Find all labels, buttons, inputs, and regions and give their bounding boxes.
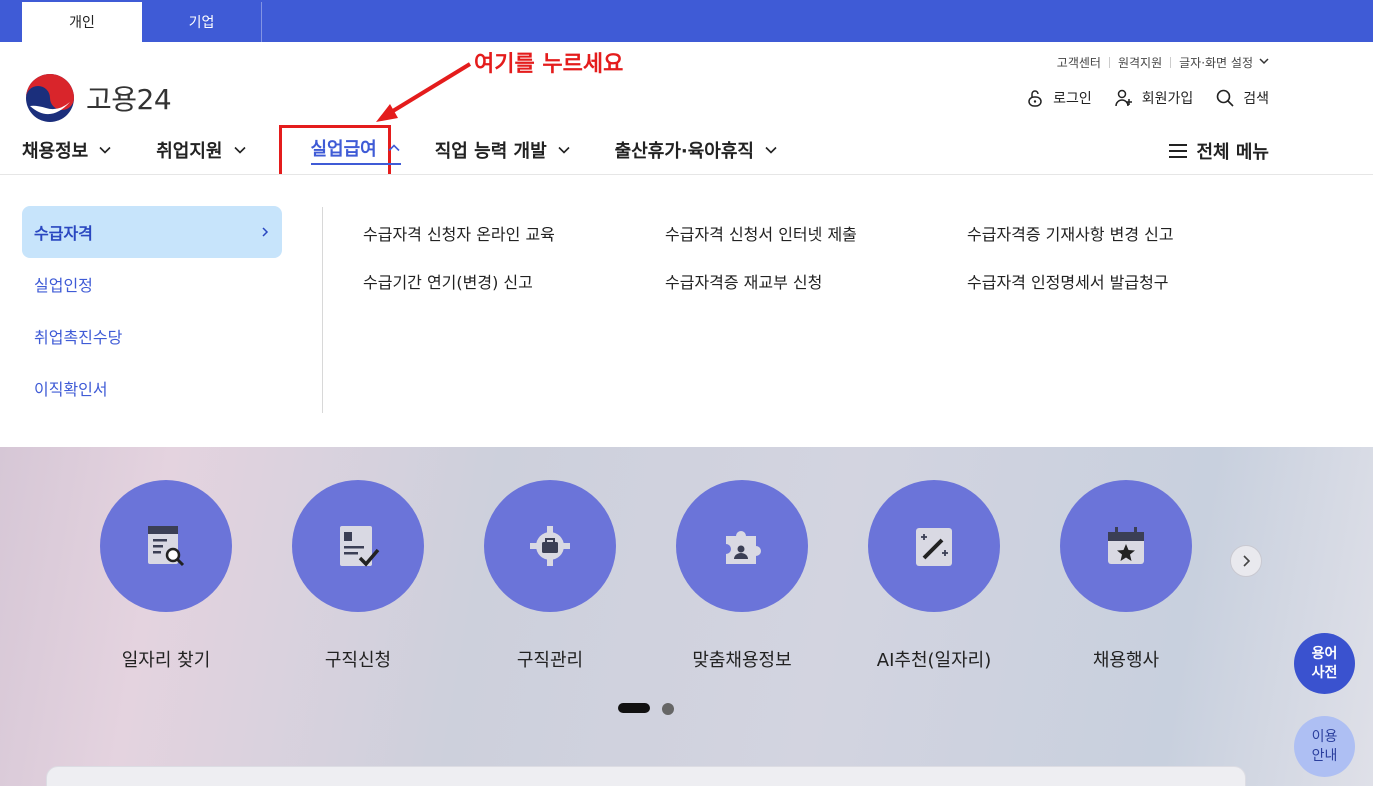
- tab-business[interactable]: 기업: [142, 2, 262, 42]
- chevron-right-icon: [1243, 555, 1251, 567]
- side-item-recognition[interactable]: 실업인정: [22, 258, 282, 310]
- chevron-right-icon: [262, 227, 269, 237]
- nav-label: 직업 능력 개발: [434, 141, 547, 162]
- nav-label: 출산휴가·육아휴직: [614, 141, 754, 162]
- usage-guide-button[interactable]: 이용 안내: [1294, 716, 1355, 777]
- add-user-icon: [1114, 89, 1132, 107]
- document-search-icon: [148, 526, 185, 567]
- quick-label: 맞춤채용정보: [692, 650, 792, 671]
- main-nav: 채용정보 취업지원 실업급여 직업 능력 개발 출산휴가·육아휴직: [22, 134, 822, 166]
- nav-job-info[interactable]: 채용정보: [22, 137, 112, 163]
- quick-job-events[interactable]: [1060, 480, 1192, 612]
- puzzle-person-icon: [726, 531, 761, 564]
- taegeuk-logo-icon: [26, 74, 74, 122]
- nav-label: 취업지원: [156, 141, 223, 162]
- sub-link-reissue[interactable]: 수급자격증 재교부 신청: [665, 269, 822, 293]
- all-menu-label: 전체 메뉴: [1196, 142, 1269, 163]
- annotation-text: 여기를 누르세요: [474, 52, 624, 77]
- sub-link-change-report[interactable]: 수급자격증 기재사항 변경 신고: [967, 221, 1174, 245]
- signup-label: 회원가입: [1141, 91, 1194, 107]
- chevron-down-icon: [1259, 57, 1269, 68]
- sub-link-online-education[interactable]: 수급자격 신청자 온라인 교육: [363, 221, 555, 245]
- side-item-separation-confirmation[interactable]: 이직확인서: [22, 362, 282, 414]
- gear-briefcase-icon: [530, 526, 570, 566]
- remote-support-link[interactable]: 원격지원: [1118, 54, 1162, 71]
- chevron-up-icon: [388, 144, 400, 152]
- signup-button[interactable]: 회원가입: [1114, 88, 1194, 108]
- sub-link-period-extension[interactable]: 수급기간 연기(변경) 신고: [363, 269, 533, 293]
- customer-center-link[interactable]: 고객센터: [1057, 54, 1101, 71]
- quick-label: 구직신청: [324, 650, 392, 671]
- quick-label: 일자리 찾기: [121, 650, 211, 671]
- all-menu-button[interactable]: 전체 메뉴: [1168, 138, 1269, 164]
- tab-personal[interactable]: 개인: [22, 2, 142, 42]
- calendar-star-icon: [1108, 527, 1144, 564]
- divider: [1170, 57, 1172, 68]
- side-menu: 수급자격 실업인정 취업촉진수당 이직확인서: [22, 206, 282, 414]
- nav-parental-leave[interactable]: 출산휴가·육아휴직: [615, 137, 778, 163]
- logo-text: 고용24: [86, 83, 172, 116]
- nav-unemployment-benefit[interactable]: 실업급여: [310, 135, 401, 165]
- panel-divider: [322, 207, 323, 413]
- chevron-down-icon: [558, 146, 570, 154]
- usage-guide-label: 이용 안내: [1311, 728, 1338, 764]
- sub-link-online-application[interactable]: 수급자격 신청서 인터넷 제출: [665, 221, 857, 245]
- magic-wand-icon: [916, 528, 952, 566]
- chevron-down-icon: [233, 146, 246, 154]
- display-settings-link[interactable]: 글자·화면 설정: [1179, 54, 1253, 71]
- lock-icon: [1028, 90, 1042, 107]
- chevron-down-icon: [99, 146, 111, 154]
- search-button[interactable]: 검색: [1215, 88, 1269, 108]
- nav-employment-support[interactable]: 취업지원: [156, 137, 246, 163]
- quick-job-application[interactable]: [292, 480, 424, 612]
- top-tab-bar: 개인 기업: [0, 0, 1373, 42]
- glossary-button[interactable]: 용어 사전: [1294, 633, 1355, 694]
- quick-ai-recommendation[interactable]: [868, 480, 1000, 612]
- quick-custom-job-info[interactable]: [676, 480, 808, 612]
- side-item-reemployment-allowance[interactable]: 취업촉진수당: [22, 310, 282, 362]
- quick-label: AI추천(일자리): [876, 650, 992, 671]
- side-item-label: 이직확인서: [34, 380, 108, 399]
- content-card: [46, 766, 1246, 786]
- quick-job-management[interactable]: [484, 480, 616, 612]
- document-check-icon: [340, 526, 380, 567]
- login-label: 로그인: [1053, 91, 1092, 107]
- search-label: 검색: [1243, 91, 1269, 107]
- utility-links: 고객센터 원격지원 글자·화면 설정: [1057, 54, 1269, 71]
- carousel-next-button[interactable]: [1230, 545, 1262, 577]
- red-arrow-icon: [376, 62, 472, 122]
- side-item-label: 취업촉진수당: [34, 328, 123, 347]
- sub-link-certificate-request[interactable]: 수급자격 인정명세서 발급청구: [967, 269, 1169, 293]
- carousel-dot[interactable]: [662, 703, 674, 715]
- side-item-label: 수급자격: [34, 224, 93, 243]
- login-button[interactable]: 로그인: [1025, 88, 1092, 108]
- mega-menu-panel: 수급자격 실업인정 취업촉진수당 이직확인서 수급자격 신청자 온라인 교육 수…: [0, 175, 1373, 447]
- site-logo[interactable]: 고용24: [24, 72, 172, 124]
- hamburger-icon: [1169, 144, 1188, 158]
- quick-label: 구직관리: [516, 650, 584, 671]
- side-item-eligibility[interactable]: 수급자격: [22, 206, 282, 258]
- quick-label: 채용행사: [1092, 650, 1160, 671]
- nav-label: 채용정보: [22, 141, 89, 162]
- search-icon: [1216, 89, 1234, 107]
- nav-vocational-training[interactable]: 직업 능력 개발: [435, 137, 571, 163]
- glossary-label: 용어 사전: [1311, 645, 1338, 681]
- header-actions: 로그인 회원가입 검색: [1025, 88, 1269, 108]
- divider: [1108, 57, 1110, 68]
- side-item-label: 실업인정: [34, 276, 93, 295]
- nav-label: 실업급여: [310, 139, 377, 160]
- carousel-dot-active[interactable]: [618, 703, 650, 713]
- chevron-down-icon: [765, 146, 777, 154]
- quick-job-search[interactable]: [100, 480, 232, 612]
